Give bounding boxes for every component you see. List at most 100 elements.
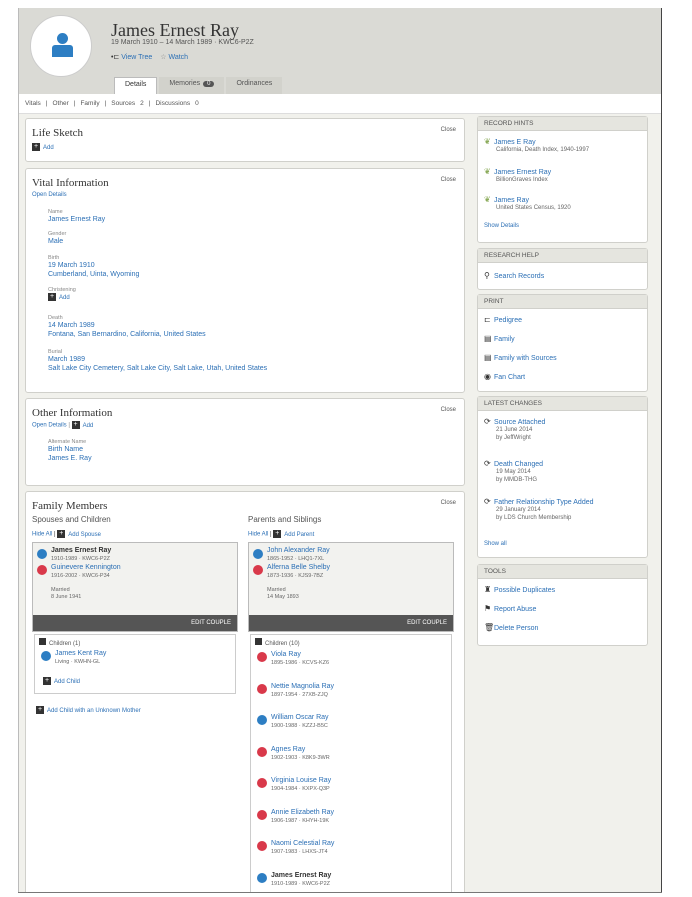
print-family-link[interactable]: ▤ Family: [484, 334, 515, 343]
page: James Ernest Ray 19 March 1910 – 14 Marc…: [0, 0, 692, 897]
sibling-name[interactable]: James Ernest Ray: [271, 872, 331, 879]
children-header[interactable]: Children (1): [39, 638, 80, 647]
sources-count: 2: [140, 100, 144, 107]
hide-all-link[interactable]: Hide All: [32, 532, 52, 538]
add-life-sketch-button[interactable]: + Add: [32, 143, 54, 151]
add-child-unknown-mother-button[interactable]: + Add Child with an Unknown Mother: [36, 706, 141, 714]
watch-link[interactable]: ☆ Watch: [160, 53, 188, 61]
parent-mother-name[interactable]: Alferna Belle Shelby: [267, 564, 330, 571]
add-child-unknown-label: Add Child with an Unknown Mother: [47, 707, 141, 714]
search-records-label: Search Records: [494, 273, 545, 280]
delete-person-link[interactable]: 🗑Delete Person: [484, 623, 538, 632]
add-parent-button[interactable]: + Add Parent: [273, 530, 314, 538]
nav-discussions[interactable]: Discussions: [155, 100, 190, 107]
close-link[interactable]: Close: [441, 177, 456, 183]
birth-date: 19 March 1910: [48, 262, 95, 269]
add-child-button[interactable]: + Add Child: [43, 677, 80, 685]
life-sketch-title: Life Sketch: [32, 127, 84, 139]
change-item[interactable]: ⟳ Death Changed 19 May 2014 by MMDB-THG: [484, 459, 543, 484]
view-tree-link[interactable]: •⊏ View Tree: [111, 53, 152, 61]
section-nav: Vitals | Other | Family | Sources 2 | Discuss…: [19, 94, 662, 114]
spouse-wife-name[interactable]: Guinevere Kennington: [51, 564, 121, 571]
close-link[interactable]: Close: [441, 500, 456, 506]
add-christening-button[interactable]: + Add: [48, 293, 70, 301]
tab-ordinances[interactable]: Ordinances: [226, 77, 283, 94]
print-family-sources-link[interactable]: ▤ Family with Sources: [484, 353, 557, 362]
record-hint-item[interactable]: ❦ James Ray United States Census, 1920: [484, 195, 571, 212]
sibling-name[interactable]: Naomi Celestial Ray: [271, 840, 334, 847]
spouse-couple-box: James Ernest Ray 1910-1989 · KWC6-P2Z Gu…: [32, 542, 238, 632]
show-all-link[interactable]: Show all: [484, 541, 507, 547]
view-tree-label: View Tree: [121, 54, 153, 61]
parent-father-name[interactable]: John Alexander Ray: [267, 547, 330, 554]
hint-name: James E Ray: [494, 139, 536, 146]
plus-icon: +: [57, 530, 66, 538]
sibling-name[interactable]: Agnes Ray: [271, 746, 305, 753]
add-other-button[interactable]: + Add: [71, 421, 94, 429]
sibling-meta: 1906-1987 · KHYH-19K: [271, 817, 330, 824]
print-pedigree-link[interactable]: ⊏ Pedigree: [484, 315, 522, 324]
nav-sources[interactable]: Sources: [111, 100, 135, 107]
research-help-panel: RESEARCH HELP ⚲ Search Records: [477, 248, 648, 290]
nav-vitals[interactable]: Vitals: [25, 100, 41, 107]
siblings-header[interactable]: Children (10): [255, 638, 300, 647]
show-details-link[interactable]: Show Details: [484, 223, 519, 229]
burial-field[interactable]: Burial March 1989 Salt Lake City Cemetery,…: [48, 349, 267, 373]
sibling-name[interactable]: William Oscar Ray: [271, 714, 329, 721]
hide-all-link[interactable]: Hide All: [248, 532, 268, 538]
tab-memories-label: Memories: [169, 80, 201, 87]
edit-couple-button[interactable]: EDIT COUPLE: [249, 615, 453, 631]
plus-icon: +: [48, 293, 56, 301]
record-hint-item[interactable]: ❦ James Ernest Ray BillionGraves Index: [484, 167, 551, 184]
avatar[interactable]: [30, 15, 92, 77]
parent-father-meta: 1865-1952 · LHQ1-7XL: [267, 556, 325, 562]
document-icon: ▤: [484, 353, 492, 362]
discussions-count: 0: [195, 100, 199, 107]
nav-other[interactable]: Other: [52, 100, 68, 107]
family-members-title: Family Members: [32, 500, 108, 512]
refresh-icon: ⟳: [484, 497, 491, 506]
open-details-link[interactable]: Open Details: [32, 192, 67, 198]
sibling-name[interactable]: Virginia Louise Ray: [271, 777, 331, 784]
sibling-name[interactable]: Viola Ray: [271, 651, 301, 658]
female-icon: [257, 746, 267, 757]
record-hint-item[interactable]: ❦ James E Ray California, Death Index, 194…: [484, 137, 589, 154]
death-field[interactable]: Death 14 March 1989 Fontana, San Bernardin…: [48, 315, 206, 339]
search-records-link[interactable]: ⚲ Search Records: [484, 271, 544, 280]
sibling-name[interactable]: Annie Elizabeth Ray: [271, 809, 334, 816]
nav-family[interactable]: Family: [80, 100, 99, 107]
spouse-husband-name[interactable]: James Ernest Ray: [51, 547, 111, 554]
child-name[interactable]: James Kent Ray: [55, 650, 106, 657]
close-link[interactable]: Close: [441, 407, 456, 413]
possible-duplicates-link[interactable]: ♜ Possible Duplicates: [484, 585, 555, 594]
hint-name: James Ray: [494, 197, 530, 204]
report-abuse-link[interactable]: ⚑ Report Abuse: [484, 604, 536, 613]
open-details-link[interactable]: Open Details: [32, 423, 67, 429]
sibling-name[interactable]: Nettie Magnolia Ray: [271, 683, 334, 690]
edit-couple-button[interactable]: EDIT COUPLE: [33, 615, 237, 631]
print-family-sources-label: Family with Sources: [494, 355, 557, 362]
add-label: Add: [82, 422, 94, 429]
alternate-name-field[interactable]: Alternate Name Birth Name James E. Ray: [48, 439, 92, 463]
print-fan-chart-link[interactable]: ◉ Fan Chart: [484, 372, 525, 381]
browser-viewport: James Ernest Ray 19 March 1910 – 14 Marc…: [18, 8, 662, 893]
female-icon: [257, 683, 267, 694]
print-family-label: Family: [494, 336, 515, 343]
change-item[interactable]: ⟳ Father Relationship Type Added 29 Januar…: [484, 497, 594, 522]
female-icon: [257, 809, 267, 820]
tab-details[interactable]: Details: [114, 77, 158, 94]
children-list: Children (1) James Kent Ray Living · KWH…: [34, 634, 236, 694]
name-field[interactable]: Name James Ernest Ray: [48, 209, 105, 224]
leaf-icon: ❦: [484, 195, 491, 204]
close-link[interactable]: Close: [441, 127, 456, 133]
female-icon: [253, 565, 263, 575]
other-actions: Open Details | + Add: [32, 421, 93, 429]
change-item[interactable]: ⟳ Source Attached 21 June 2014 by JeffWrigh…: [484, 417, 545, 442]
birth-field[interactable]: Birth 19 March 1910 Cumberland, Uinta, Wyo…: [48, 255, 139, 279]
tab-memories[interactable]: Memories 0: [159, 77, 225, 94]
alternate-name-value: James E. Ray: [48, 455, 92, 462]
hint-source: United States Census, 1920: [496, 205, 571, 211]
male-icon: [37, 549, 47, 559]
gender-field[interactable]: Gender Male: [48, 231, 66, 246]
add-spouse-button[interactable]: + Add Spouse: [57, 530, 101, 538]
